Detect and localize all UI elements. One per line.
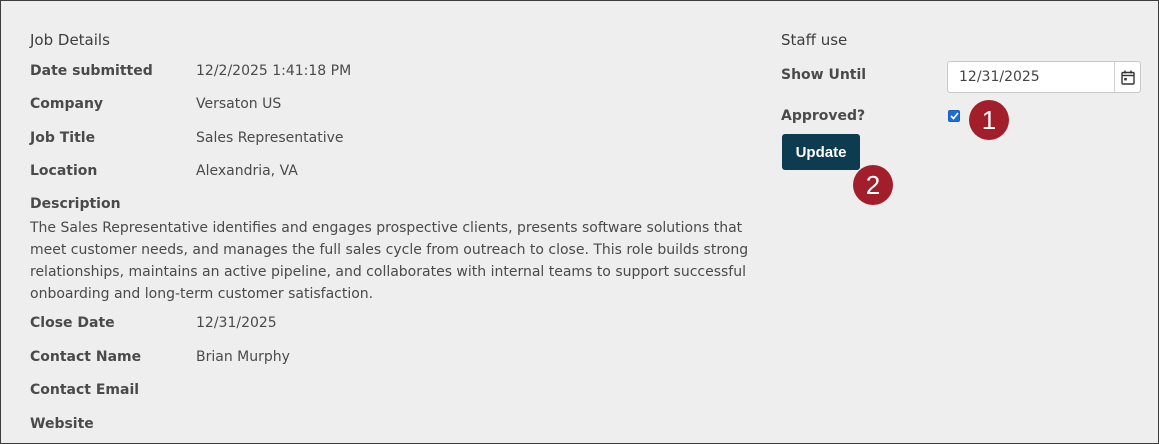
website-label: Website <box>30 416 94 432</box>
job-details-panel: Job Details Date submitted 12/2/2025 1:4… <box>0 0 1159 444</box>
close-date-value: 12/31/2025 <box>196 315 277 331</box>
contact-name-label: Contact Name <box>30 349 142 365</box>
checkmark-icon <box>949 112 959 120</box>
date-submitted-label: Date submitted <box>30 63 153 79</box>
location-label: Location <box>30 163 98 179</box>
calendar-picker-button[interactable] <box>1114 62 1140 92</box>
update-button[interactable]: Update <box>782 134 860 170</box>
calendar-icon <box>1120 70 1135 85</box>
job-title-value: Sales Representative <box>196 130 344 146</box>
callout-marker-2: 2 <box>853 165 893 205</box>
callout-marker-1: 1 <box>969 100 1009 140</box>
approved-checkbox[interactable] <box>948 110 960 122</box>
company-value: Versaton US <box>196 96 282 112</box>
show-until-date-input[interactable]: 12/31/2025 <box>947 61 1141 93</box>
date-submitted-value: 12/2/2025 1:41:18 PM <box>196 63 352 79</box>
job-title-label: Job Title <box>30 130 96 146</box>
contact-name-value: Brian Murphy <box>196 349 290 365</box>
close-date-label: Close Date <box>30 315 115 331</box>
job-details-heading: Job Details <box>30 31 110 49</box>
staff-use-heading: Staff use <box>781 31 848 49</box>
company-label: Company <box>30 96 104 112</box>
show-until-date-value[interactable]: 12/31/2025 <box>959 69 1040 85</box>
location-value: Alexandria, VA <box>196 163 298 179</box>
description-label: Description <box>30 196 121 212</box>
description-text: The Sales Representative identifies and … <box>30 220 749 302</box>
contact-email-label: Contact Email <box>30 382 140 398</box>
show-until-label: Show Until <box>781 67 867 83</box>
approved-label: Approved? <box>781 108 866 124</box>
